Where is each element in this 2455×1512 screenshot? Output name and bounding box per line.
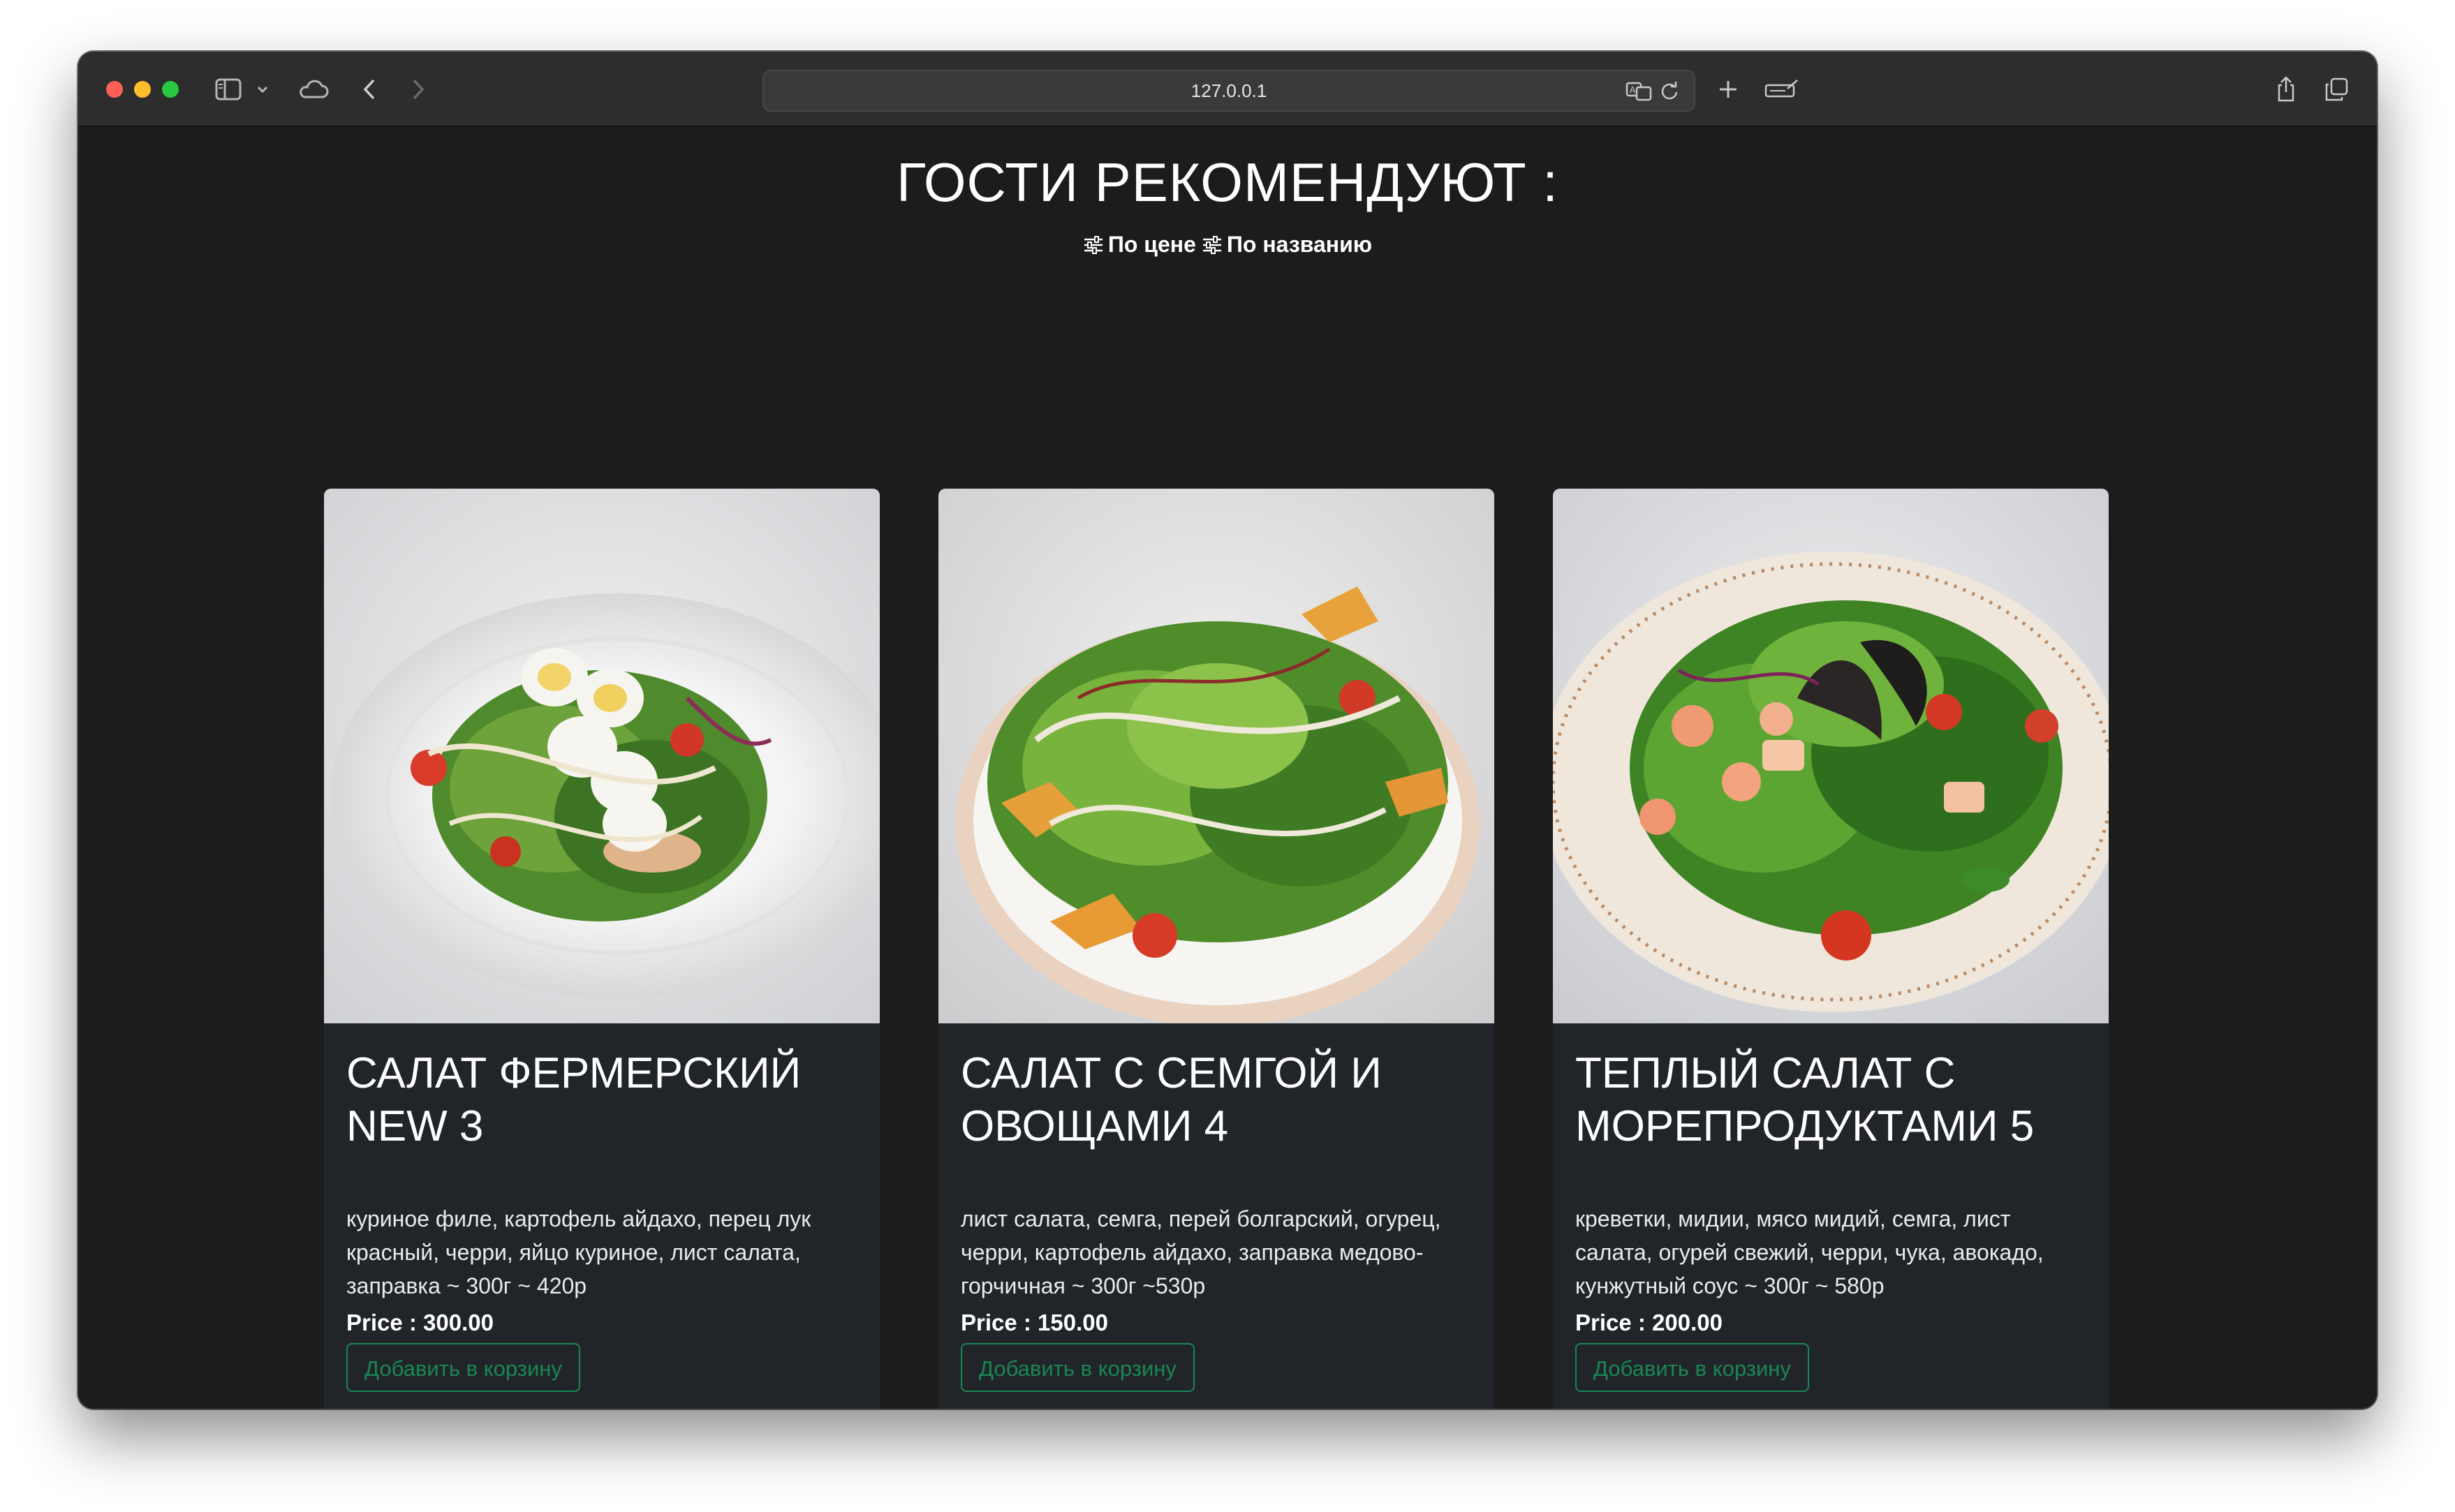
close-window-button[interactable] [106, 81, 123, 98]
product-price: Price : 200.00 [1575, 1310, 1723, 1335]
icloud-tabs-icon[interactable] [295, 73, 331, 106]
product-title: САЛАТ ФЕРМЕРСКИЙ NEW 3 [346, 1049, 802, 1150]
product-price: Price : 300.00 [346, 1310, 494, 1335]
edit-bookmarks-icon[interactable] [1761, 73, 1803, 106]
chevron-down-icon[interactable] [254, 73, 271, 106]
salad-with-eggs-photo [324, 489, 880, 1023]
page-title: ГОСТИ РЕКОМЕНДУЮТ : [897, 151, 1558, 213]
page-content: ГОСТИ РЕКОМЕНДУЮТ : По цене По названию [78, 127, 2377, 1409]
product-description: лист салата, семга, перей болгарский, ог… [961, 1206, 1441, 1298]
url-text: 127.0.0.1 [1190, 80, 1267, 101]
add-to-cart-button[interactable]: Добавить в корзину [346, 1343, 580, 1392]
sort-by-price-label: По цене [1107, 232, 1196, 257]
product-card: САЛАТ С СЕМГОЙ И ОВОЩАМИ 4 лист салата, … [938, 489, 1494, 1409]
product-description: креветки, мидии, мясо мидий, семга, лист… [1575, 1206, 2044, 1298]
add-to-cart-button[interactable]: Добавить в корзину [961, 1343, 1195, 1392]
sort-controls: По цене По названию [78, 232, 2377, 258]
sort-by-name-label: По названию [1226, 232, 1373, 257]
seafood-salad-photo [1553, 489, 2109, 1023]
svg-text:A: A [1630, 85, 1636, 95]
address-bar[interactable]: 127.0.0.1 A [762, 70, 1695, 112]
new-tab-icon[interactable] [1712, 73, 1744, 106]
minimize-window-button[interactable] [134, 81, 151, 98]
product-description: куриное филе, картофель айдахо, перец лу… [346, 1206, 811, 1298]
translate-icon[interactable]: A [1624, 74, 1655, 108]
sort-by-name-link[interactable]: По названию [1202, 232, 1372, 258]
product-card: ТЕПЛЫЙ САЛАТ С МОРЕПРОДУКТАМИ 5 креветки… [1553, 489, 2109, 1409]
sliders-icon [1084, 235, 1103, 254]
back-icon[interactable] [357, 73, 381, 106]
product-card: САЛАТ ФЕРМЕРСКИЙ NEW 3 куриное филе, кар… [324, 489, 880, 1409]
sort-by-price-link[interactable]: По цене [1083, 232, 1196, 258]
product-title: ТЕПЛЫЙ САЛАТ С МОРЕПРОДУКТАМИ 5 [1575, 1049, 2035, 1150]
sliders-icon [1202, 235, 1221, 254]
share-icon[interactable] [2271, 73, 2301, 106]
forward-icon[interactable] [406, 73, 430, 106]
product-price: Price : 150.00 [961, 1310, 1108, 1335]
browser-window: 127.0.0.1 A ГОСТИ РЕКОМЕНДУЮТ : По цене [78, 52, 2377, 1409]
add-to-cart-button[interactable]: Добавить в корзину [1575, 1343, 1809, 1392]
product-title: САЛАТ С СЕМГОЙ И ОВОЩАМИ 4 [961, 1049, 1382, 1150]
reload-icon[interactable] [1658, 74, 1681, 108]
zoom-window-button[interactable] [162, 81, 179, 98]
salad-with-salmon-photo [938, 489, 1494, 1023]
sidebar-icon[interactable] [212, 73, 244, 106]
browser-titlebar: 127.0.0.1 A [78, 52, 2377, 127]
tab-overview-icon[interactable] [2321, 73, 2352, 106]
